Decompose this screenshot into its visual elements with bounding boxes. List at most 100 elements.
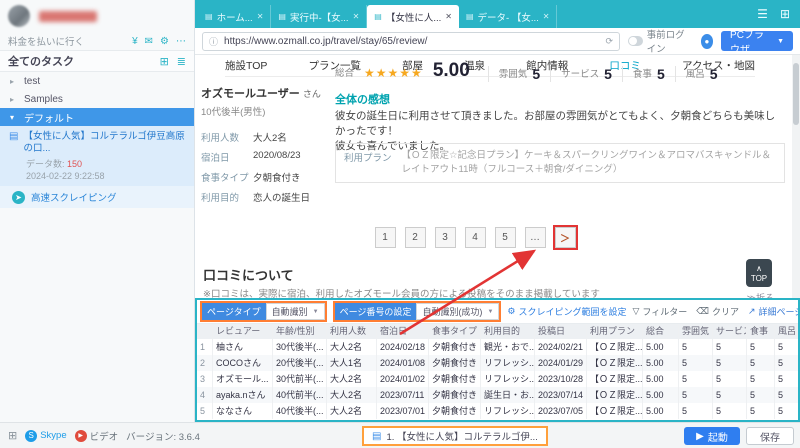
table-cell[interactable]: 夕朝食付き	[429, 371, 481, 387]
table-row[interactable]: 3 オズモール... 30代前半(... 大人2名 2024/01/02 夕朝食付き リフレ…	[197, 371, 798, 387]
table-cell[interactable]: COCOさん	[213, 355, 273, 371]
config-action-button[interactable]: ⌫ クリア	[696, 305, 739, 318]
table-cell[interactable]: リフレッシ...	[481, 371, 535, 387]
table-cell[interactable]: 5	[747, 403, 775, 419]
table-cell[interactable]: 30代後半(...	[273, 339, 327, 355]
url-text[interactable]: https://www.ozmall.co.jp/travel/stay/65/…	[224, 36, 599, 47]
browser-scrollbar[interactable]	[792, 55, 800, 298]
site-nav-item[interactable]: 施設TOP	[225, 58, 267, 73]
task-group-item[interactable]: ▸ test	[0, 72, 194, 90]
table-cell[interactable]: 5.00	[643, 355, 679, 371]
set-scrape-range-link[interactable]: ⚙ スクレイピング範囲を設定	[507, 305, 626, 318]
table-cell[interactable]: 2023/07/01	[377, 403, 429, 419]
payment-icon[interactable]: ¥	[132, 36, 138, 47]
table-cell[interactable]: 5	[679, 387, 713, 403]
table-cell[interactable]: 【ＯＺ限定...	[587, 355, 643, 371]
pagination-button[interactable]: 3	[434, 227, 456, 248]
table-cell[interactable]: 5	[679, 355, 713, 371]
pc-browser-dropdown[interactable]: PCブラウザ ▼	[721, 30, 793, 56]
table-cell[interactable]: 5	[713, 371, 747, 387]
table-cell[interactable]: 大人1名	[327, 355, 377, 371]
table-cell[interactable]: 5	[713, 387, 747, 403]
table-cell[interactable]: 2024/02/21	[535, 339, 587, 355]
pagination-button[interactable]: 5	[494, 227, 516, 248]
table-cell[interactable]: 2024/01/29	[535, 355, 587, 371]
column-header[interactable]: 食事タイプ	[429, 324, 481, 339]
pagination-button[interactable]: 2	[404, 227, 426, 248]
save-button[interactable]: 保存	[746, 427, 794, 445]
window-grid-icon[interactable]: ⊞	[8, 429, 17, 442]
table-cell[interactable]: 5	[775, 355, 798, 371]
browser-tab[interactable]: ▤ ホーム... ✕	[198, 5, 272, 28]
column-header[interactable]: 総合	[643, 324, 679, 339]
column-header[interactable]: 食事	[747, 324, 775, 339]
table-row[interactable]: 1 柚さん 30代後半(... 大人2名 2024/02/18 夕朝食付き 観光・おで...…	[197, 339, 798, 355]
table-cell[interactable]: 5	[775, 403, 798, 419]
close-icon[interactable]: ✕	[543, 12, 550, 21]
table-cell[interactable]: 2024/01/08	[377, 355, 429, 371]
page-type-select[interactable]: 自動識別 ▼	[265, 303, 325, 320]
column-header[interactable]: レビュアー	[213, 324, 273, 339]
column-header[interactable]: 風呂	[775, 324, 798, 339]
table-cell[interactable]: 大人2名	[327, 387, 377, 403]
column-header[interactable]: 利用目的	[481, 324, 535, 339]
pay-fees-link[interactable]: 料金を払いに行く	[8, 34, 84, 48]
browser-tab[interactable]: ▤ 【女性に人... ✕	[367, 5, 459, 28]
table-cell[interactable]: 2023/07/14	[535, 387, 587, 403]
settings-icon[interactable]: ⚙	[160, 36, 169, 47]
close-icon[interactable]: ✕	[257, 12, 264, 21]
table-cell[interactable]: 5	[713, 355, 747, 371]
table-cell[interactable]: 【ＯＺ限定...	[587, 371, 643, 387]
column-header[interactable]: 雰囲気	[679, 324, 713, 339]
table-cell[interactable]: 観光・おで...	[481, 339, 535, 355]
table-cell[interactable]: ayaka.nさん	[213, 387, 273, 403]
column-header[interactable]: サービス	[713, 324, 747, 339]
add-folder-icon[interactable]: ⊞	[160, 55, 169, 68]
task-group-item[interactable]: ▸ Samples	[0, 90, 194, 108]
table-cell[interactable]: 5	[775, 371, 798, 387]
task-group-item[interactable]: ▾ デフォルト	[0, 108, 194, 126]
table-cell[interactable]: 5	[679, 339, 713, 355]
table-cell[interactable]: 5	[679, 371, 713, 387]
table-cell[interactable]: 誕生日・お...	[481, 387, 535, 403]
table-cell[interactable]: 5	[747, 355, 775, 371]
url-input[interactable]: ⓘ https://www.ozmall.co.jp/travel/stay/6…	[202, 31, 620, 51]
hamburger-menu-icon[interactable]: ☰	[757, 7, 768, 21]
table-cell[interactable]: 【ＯＺ限定...	[587, 403, 643, 419]
column-header[interactable]: 投稿日	[535, 324, 587, 339]
close-icon[interactable]: ✕	[445, 12, 452, 21]
table-cell[interactable]: 5	[747, 371, 775, 387]
task-title[interactable]: 【女性に人気】コルテラルゴ伊豆高原の口...	[23, 131, 188, 155]
pagination-button[interactable]: 1	[374, 227, 396, 248]
sort-icon[interactable]: ≣	[177, 55, 186, 68]
table-cell[interactable]: 5	[775, 387, 798, 403]
table-cell[interactable]: 5	[747, 387, 775, 403]
table-row[interactable]: 4 ayaka.nさん 40代前半(... 大人2名 2023/07/11 夕朝食付き 誕生…	[197, 387, 798, 403]
speed-scraping-label[interactable]: 高速スクレイピング	[31, 190, 117, 204]
table-row[interactable]: 2 COCOさん 20代後半(... 大人1名 2024/01/08 夕朝食付き リフレッシ…	[197, 355, 798, 371]
table-cell[interactable]: 2023/07/05	[535, 403, 587, 419]
pagination-next-button[interactable]: ＞	[554, 227, 576, 248]
fold-panel-link[interactable]: ≫折る	[747, 291, 774, 298]
user-avatar[interactable]	[8, 5, 30, 27]
table-cell[interactable]: 2023/07/11	[377, 387, 429, 403]
scroll-to-top-button[interactable]: ∧ TOP	[746, 259, 772, 287]
column-header[interactable]: 利用プラン	[587, 324, 643, 339]
table-cell[interactable]: 2024/01/02	[377, 371, 429, 387]
table-cell[interactable]: 5.00	[643, 339, 679, 355]
current-task-box[interactable]: ▤ 1. 【女性に人気】コルテラルゴ伊...	[362, 426, 548, 446]
table-cell[interactable]: 40代後半(...	[273, 403, 327, 419]
table-cell[interactable]: 5.00	[643, 387, 679, 403]
table-cell[interactable]: 大人2名	[327, 339, 377, 355]
pagination-button[interactable]: 4	[464, 227, 486, 248]
table-cell[interactable]: 5.00	[643, 371, 679, 387]
table-cell[interactable]: 30代前半(...	[273, 371, 327, 387]
table-cell[interactable]: 40代前半(...	[273, 387, 327, 403]
column-header[interactable]: 宿泊日	[377, 324, 429, 339]
browser-tab[interactable]: ▤ 実行中-【女... ✕	[271, 5, 368, 28]
table-cell[interactable]: 5.00	[643, 403, 679, 419]
refresh-icon[interactable]: ⟳	[605, 36, 613, 47]
table-cell[interactable]: ななさん	[213, 403, 273, 419]
table-cell[interactable]: 5	[713, 403, 747, 419]
table-cell[interactable]: リフレッシ...	[481, 355, 535, 371]
